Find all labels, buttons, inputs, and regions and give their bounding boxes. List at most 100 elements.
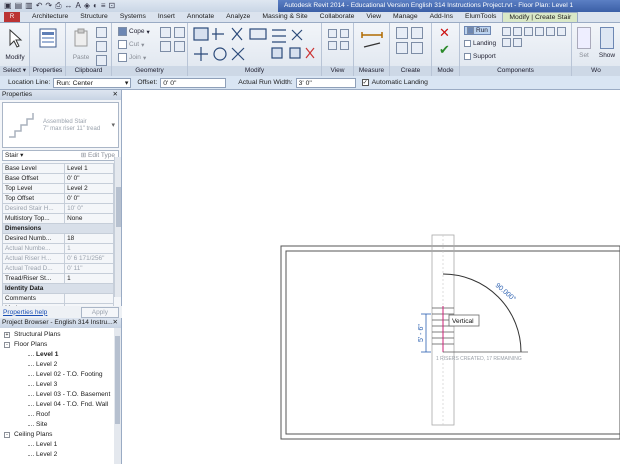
u-winder-icon[interactable] (546, 27, 555, 36)
center-ends-spiral-icon[interactable] (524, 27, 533, 36)
tab-analyze[interactable]: Analyze (220, 12, 256, 22)
join-button[interactable]: Join ▾ (118, 53, 146, 62)
browser-node[interactable]: Level 3 (0, 380, 121, 390)
cope-button[interactable]: Cope ▾ (118, 27, 150, 36)
close-hidden-icon[interactable]: ⊡ (109, 1, 116, 11)
edit-type-button[interactable]: ⊞ Edit Type (81, 151, 115, 161)
pick-two-runs-icon[interactable] (502, 38, 511, 47)
scroll-thumb[interactable] (116, 187, 121, 227)
apply-button[interactable]: Apply (80, 306, 119, 318)
tab-structure[interactable]: Structure (74, 12, 114, 22)
tab-annotate[interactable]: Annotate (181, 12, 220, 22)
browser-node[interactable]: Roof (0, 410, 121, 420)
hide-icon[interactable] (328, 29, 337, 38)
properties-button[interactable] (34, 27, 62, 54)
browser-node[interactable]: + Structural Plans (0, 330, 121, 340)
properties-help-link[interactable]: Properties help (3, 309, 47, 316)
undo-icon[interactable]: ↶ (36, 1, 43, 11)
redo-icon[interactable]: ↷ (45, 1, 52, 11)
panel-label-select[interactable]: Select ▾ (0, 66, 29, 76)
automatic-landing-checkbox[interactable]: ✓ (361, 79, 369, 86)
section-icon[interactable]: ◐ (93, 1, 98, 11)
tab-view[interactable]: View (360, 12, 387, 22)
run-button[interactable]: Run (464, 26, 491, 35)
property-group-header[interactable]: Dimensions (2, 223, 114, 234)
application-menu-button[interactable]: R (4, 12, 20, 22)
browser-node[interactable]: Level 2 (0, 360, 121, 370)
text-icon[interactable]: A (76, 1, 81, 11)
expand-icon[interactable]: + (4, 332, 10, 338)
close-icon[interactable]: ✕ (112, 90, 118, 100)
create-assembly-icon[interactable] (396, 27, 408, 39)
browser-node[interactable]: Level 03 - T.O. Basement (0, 390, 121, 400)
tab-systems[interactable]: Systems (114, 12, 152, 22)
measure-tools-icon[interactable] (360, 29, 384, 53)
property-value[interactable]: Level 1 (64, 163, 114, 174)
property-value[interactable]: 0' 0" (64, 173, 114, 184)
override-icon[interactable] (340, 29, 349, 38)
3d-view-icon[interactable]: ◈ (84, 1, 90, 11)
finish-edit-icon[interactable]: ✔ (439, 43, 450, 57)
collapse-icon[interactable]: - (4, 432, 10, 438)
run-width-input[interactable]: 3' 0" (295, 77, 356, 88)
browser-node[interactable]: Level 2 (0, 450, 121, 460)
browser-node[interactable]: - Floor Plans (0, 340, 121, 350)
property-value[interactable]: 1 (64, 273, 114, 284)
drawing-canvas[interactable]: 5' - 6" 90.000° Vertical 1 RISERS CREATE… (123, 90, 620, 464)
measure-icon[interactable]: ↔ (65, 1, 73, 11)
tab-add-ins[interactable]: Add-Ins (424, 12, 459, 22)
tab-insert[interactable]: Insert (152, 12, 181, 22)
create-group-icon[interactable] (396, 42, 408, 54)
create-parts-icon[interactable] (411, 27, 423, 39)
tab-massing-site[interactable]: Massing & Site (256, 12, 313, 22)
l-winder-icon[interactable] (535, 27, 544, 36)
tab-collaborate[interactable]: Collaborate (314, 12, 361, 22)
browser-node[interactable]: Level 02 - T.O. Footing (0, 370, 121, 380)
property-value[interactable]: 0' 0" (64, 193, 114, 204)
open-icon[interactable]: ▤ (15, 1, 23, 11)
paint-icon[interactable] (174, 27, 185, 38)
cancel-edit-icon[interactable]: ✕ (439, 26, 450, 40)
browser-node[interactable]: - Ceiling Plans (0, 430, 121, 440)
scroll-thumb[interactable] (115, 336, 120, 424)
property-group-header[interactable]: Identity Data (2, 283, 114, 294)
support-button[interactable]: Support (464, 53, 496, 60)
tab-modify-create-stair[interactable]: Modify | Create Stair (502, 12, 579, 22)
browser-node[interactable]: Level 1 (0, 350, 121, 360)
wall-joins-icon[interactable] (160, 41, 171, 52)
reveal-icon[interactable] (340, 41, 349, 50)
copy-icon[interactable] (96, 27, 107, 38)
create-similar-icon[interactable] (411, 42, 423, 54)
save-icon[interactable]: ▥ (25, 1, 33, 11)
tab-manage[interactable]: Manage (387, 12, 424, 22)
app-logo-icon[interactable]: ▣ (4, 1, 12, 11)
property-value[interactable]: None (64, 213, 114, 224)
straight-run-icon[interactable] (502, 27, 511, 36)
cut-button[interactable]: Cut ▾ (118, 40, 144, 49)
offset-input[interactable]: 0' 0" (160, 77, 227, 88)
browser-scrollbar[interactable] (114, 328, 121, 464)
paste-button[interactable]: Paste (70, 27, 92, 61)
type-selector[interactable]: Assembled Stair 7" max riser 11" tread ▾ (2, 102, 119, 148)
show-button[interactable]: Show (596, 27, 618, 59)
tab-elumtools[interactable]: ElumTools (459, 12, 502, 22)
browser-node[interactable]: Level 04 - T.O. Fnd. Wall (0, 400, 121, 410)
match-type-icon[interactable] (96, 55, 107, 66)
tab-architecture[interactable]: Architecture (26, 12, 74, 22)
instance-filter[interactable]: Stair ▾ ⊞ Edit Type (2, 150, 119, 161)
linework-icon[interactable] (328, 41, 337, 50)
properties-scrollbar[interactable] (114, 157, 121, 297)
spiral-run-icon[interactable] (513, 27, 522, 36)
browser-node[interactable]: Level 1 (0, 440, 121, 450)
close-icon[interactable]: ✕ (112, 318, 118, 328)
modify-button[interactable]: Modify (2, 27, 28, 61)
create-sketch-icon[interactable] (557, 27, 566, 36)
collapse-icon[interactable]: - (4, 342, 10, 348)
split-face-icon[interactable] (160, 27, 171, 38)
location-line-select[interactable]: Run: Center ▾ (53, 77, 132, 88)
demolish-icon[interactable] (174, 41, 185, 52)
sketch-landing-icon[interactable] (513, 38, 522, 47)
property-value[interactable]: Level 2 (64, 183, 114, 194)
print-icon[interactable]: ⎙ (55, 1, 61, 11)
property-value[interactable]: 18 (64, 233, 114, 244)
